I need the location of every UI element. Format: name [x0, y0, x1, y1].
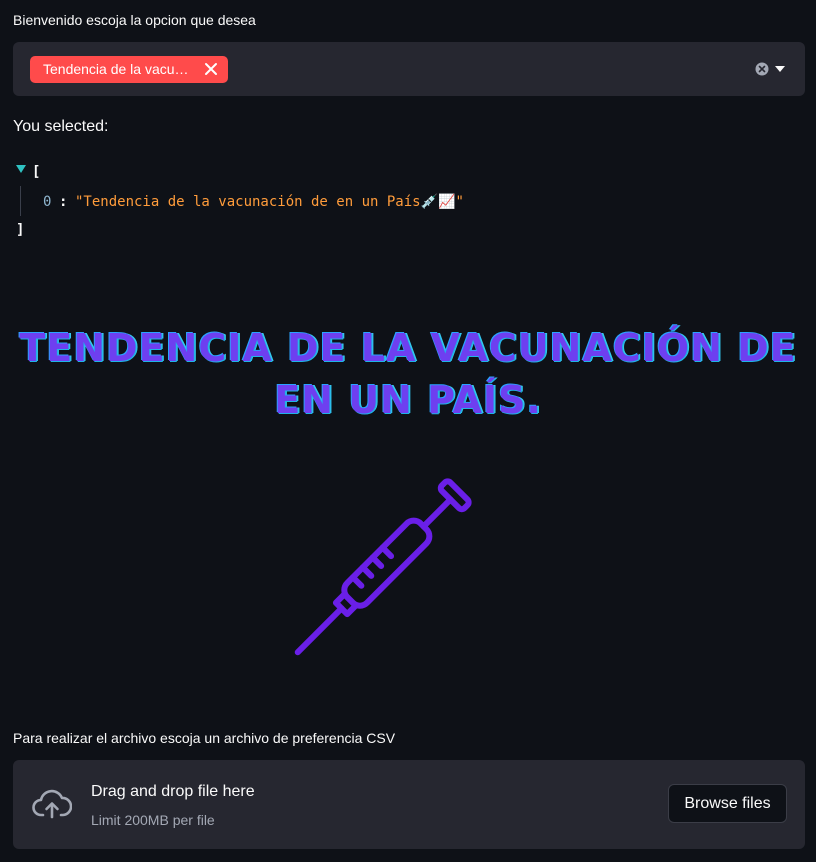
- options-multiselect[interactable]: Tendencia de la vacunación de en un País…: [13, 42, 805, 96]
- clear-all-icon[interactable]: [755, 62, 769, 76]
- selection-heading: You selected:: [13, 118, 109, 135]
- chevron-down-icon[interactable]: [775, 66, 785, 72]
- dropzone-title: Drag and drop file here: [91, 783, 255, 800]
- banner-title-line-2: EN UN PAÍS.: [274, 378, 542, 422]
- selected-option-chip[interactable]: Tendencia de la vacunación de en un País…: [30, 56, 228, 83]
- app-page: Bienvenido escoja la opcion que desea Te…: [0, 0, 816, 862]
- cloud-upload-icon: [32, 789, 72, 819]
- syringe-icon: [294, 478, 472, 656]
- json-item-value: "Tendencia de la vacunación de en un Paí…: [75, 194, 464, 210]
- json-item-colon: :: [59, 194, 68, 210]
- collapse-toggle-icon[interactable]: [16, 165, 26, 173]
- json-indent-guide: [20, 186, 21, 216]
- browse-files-button[interactable]: Browse files: [668, 784, 787, 823]
- multiselect-label: Bienvenido escoja la opcion que desea: [13, 12, 256, 28]
- banner-title: TENDENCIA DE LA VACUNACIÓN DE EN UN PAÍS…: [0, 322, 816, 426]
- close-icon[interactable]: [204, 62, 218, 76]
- uploader-label: Para realizar el archivo escoja un archi…: [13, 730, 396, 746]
- file-dropzone[interactable]: Drag and drop file here Limit 200MB per …: [13, 760, 805, 849]
- file-size-limit: Limit 200MB per file: [91, 812, 215, 828]
- banner-title-line-1: TENDENCIA DE LA VACUNACIÓN DE: [19, 326, 797, 370]
- json-item-index: 0: [43, 194, 52, 210]
- chip-label: Tendencia de la vacunación de en un País…: [43, 61, 195, 77]
- json-open-bracket: [: [32, 164, 41, 180]
- json-close-bracket: ]: [16, 222, 25, 238]
